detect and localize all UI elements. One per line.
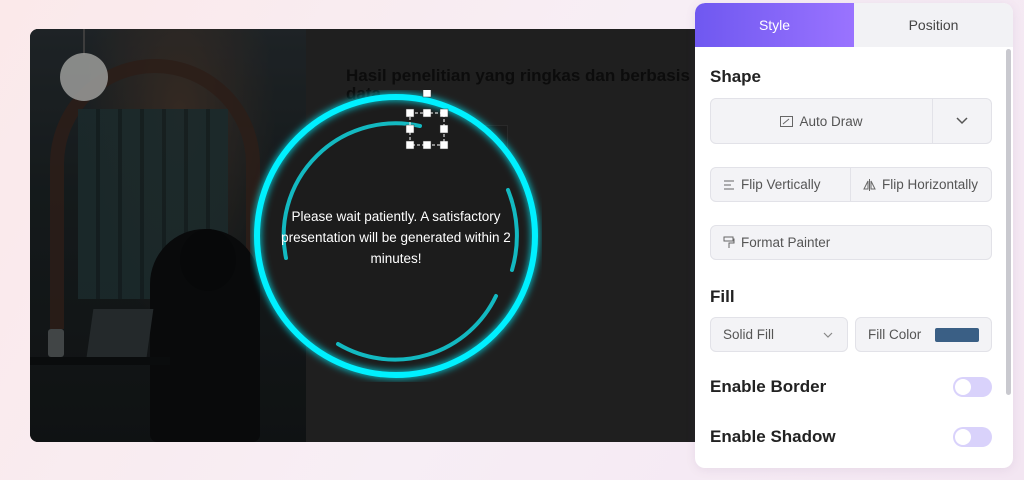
flip-horizontal-icon: [863, 178, 876, 191]
enable-border-row: Enable Border: [710, 377, 992, 397]
paint-roller-icon: [723, 236, 735, 249]
fill-section-title: Fill: [710, 287, 735, 306]
panel-scrollbar[interactable]: [1006, 49, 1011, 395]
fill-type-select[interactable]: Solid Fill: [710, 317, 848, 352]
shape-section-title: Shape: [710, 67, 762, 86]
rotate-handle[interactable]: [422, 90, 432, 98]
flip-horizontally-button[interactable]: Flip Horizontally: [850, 167, 992, 202]
toggle-knob: [955, 379, 971, 395]
flip-vertical-icon: [723, 179, 735, 191]
auto-draw-dropdown-button[interactable]: [933, 98, 992, 144]
format-painter-label: Format Painter: [741, 235, 831, 250]
style-panel: Style Position Shape Auto Draw Flip Vert…: [695, 3, 1013, 468]
fill-color-label: Fill Color: [868, 327, 922, 342]
chevron-down-icon: [823, 332, 833, 338]
flip-vertically-button[interactable]: Flip Vertically: [710, 167, 851, 202]
enable-border-toggle[interactable]: [953, 377, 992, 397]
tab-position[interactable]: Position: [854, 3, 1013, 47]
enable-border-label: Enable Border: [710, 377, 827, 396]
panel-body: Shape Auto Draw Flip Vertically Flip Hor…: [695, 47, 1013, 468]
panel-tabs: Style Position: [695, 3, 1013, 47]
chevron-down-icon: [956, 117, 968, 125]
auto-draw-label: Auto Draw: [799, 113, 863, 129]
tab-style[interactable]: Style: [695, 3, 854, 47]
loading-spinner: Please wait patiently. A satisfactory pr…: [250, 90, 542, 382]
enable-shadow-label: Enable Shadow: [710, 427, 836, 446]
auto-draw-icon: [780, 115, 794, 127]
auto-draw-button[interactable]: Auto Draw: [710, 98, 933, 144]
format-painter-button[interactable]: Format Painter: [710, 225, 992, 260]
flip-vertically-label: Flip Vertically: [741, 177, 821, 192]
fill-type-value: Solid Fill: [723, 327, 775, 342]
toggle-knob: [955, 429, 971, 445]
enable-shadow-toggle[interactable]: [953, 427, 992, 447]
enable-shadow-row: Enable Shadow: [710, 427, 992, 447]
loading-message: Please wait patiently. A satisfactory pr…: [281, 209, 511, 266]
fill-color-picker[interactable]: Fill Color: [855, 317, 992, 352]
fill-color-swatch[interactable]: [935, 327, 979, 342]
flip-horizontally-label: Flip Horizontally: [882, 177, 979, 192]
